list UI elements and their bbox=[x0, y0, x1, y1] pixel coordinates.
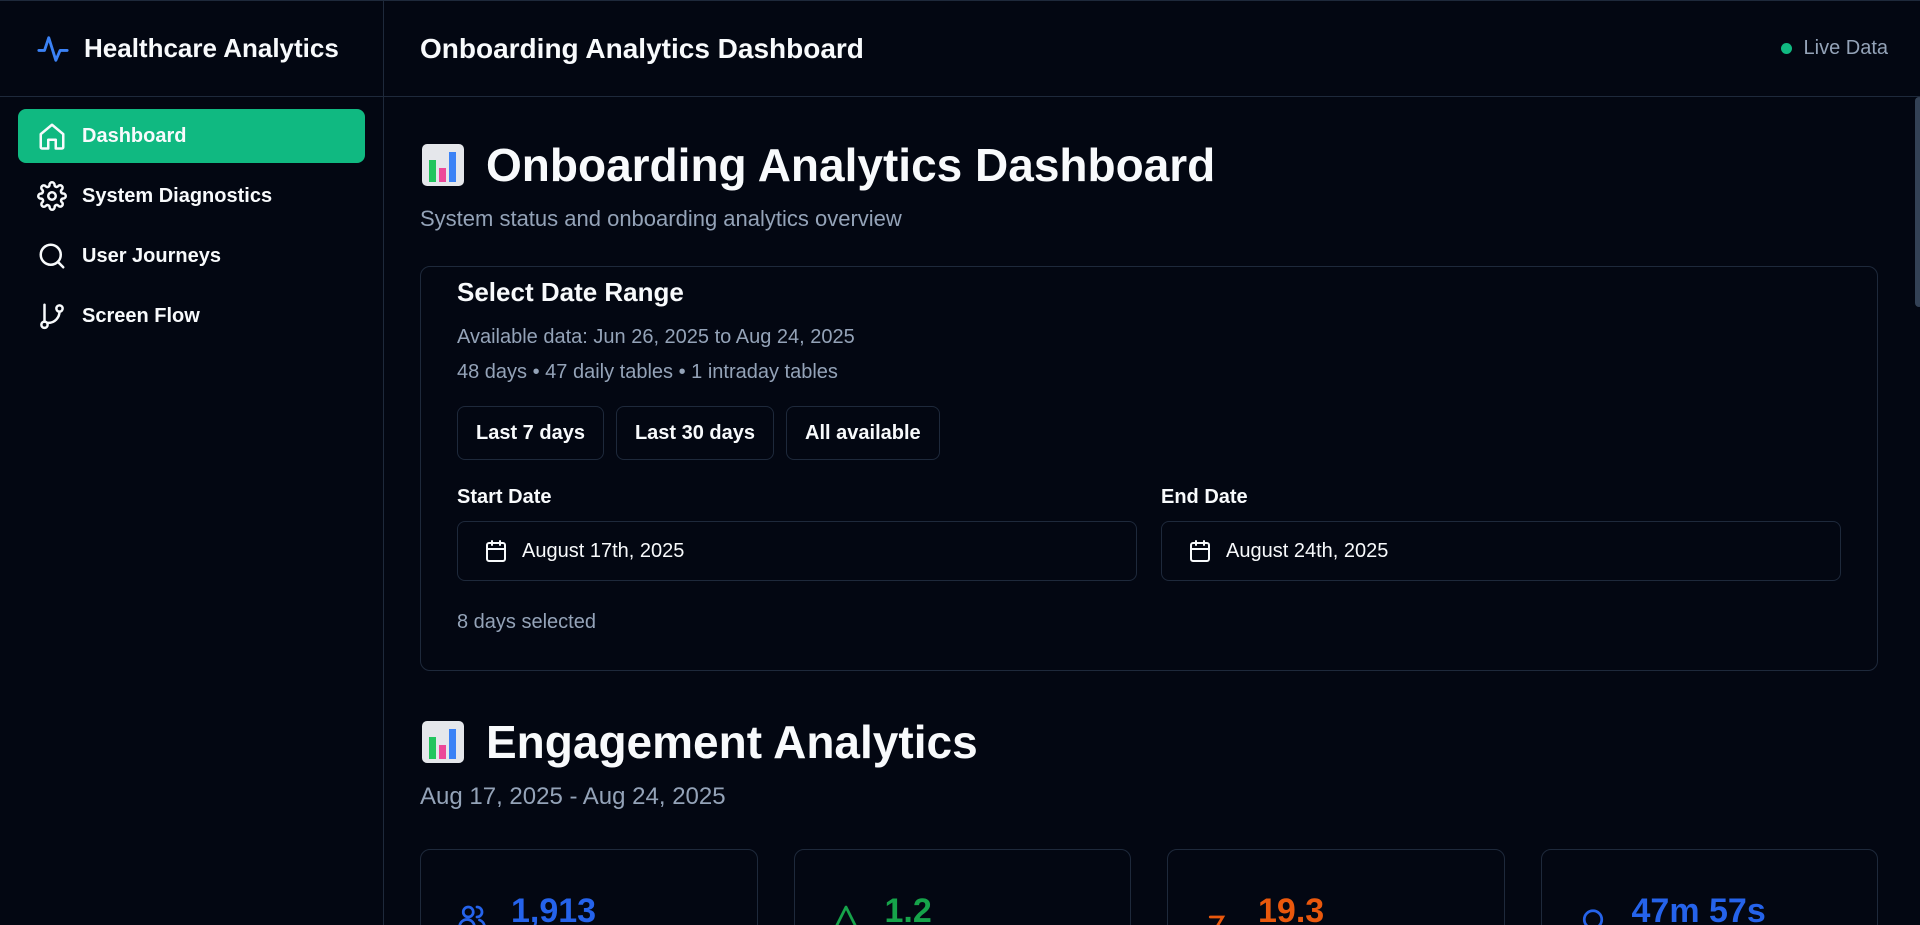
git-branch-icon bbox=[36, 300, 68, 332]
dashboard-heading-text: Onboarding Analytics Dashboard bbox=[486, 139, 1216, 191]
stat-card-duration: 47m 57s bbox=[1540, 849, 1878, 925]
end-date-group: End Date August 24th, 2025 bbox=[1161, 486, 1841, 581]
main-area: Onboarding Analytics Dashboard Live Data… bbox=[384, 1, 1920, 925]
timer-icon bbox=[1578, 902, 1608, 925]
start-date-group: Start Date August 17th, 2025 bbox=[457, 486, 1137, 581]
stat-value: 19.3 bbox=[1258, 892, 1325, 925]
app-root: Healthcare Analytics Dashboard System Di… bbox=[0, 0, 1920, 925]
stat-value: 1.2 bbox=[884, 892, 932, 925]
sidebar-item-label: Dashboard bbox=[82, 124, 187, 147]
bar-chart-emoji-icon bbox=[422, 721, 464, 763]
date-range-card: Select Date Range Available data: Jun 26… bbox=[420, 266, 1878, 671]
dashboard-subtitle: System status and onboarding analytics o… bbox=[420, 206, 902, 231]
users-icon bbox=[457, 902, 487, 925]
pulse-icon bbox=[36, 32, 70, 66]
sidebar-item-label: Screen Flow bbox=[82, 304, 200, 327]
sidebar-nav: Dashboard System Diagnostics User Journe… bbox=[0, 97, 383, 361]
page-title: Onboarding Analytics Dashboard bbox=[420, 32, 864, 64]
sidebar-item-label: User Journeys bbox=[82, 244, 221, 267]
last-7-days-button[interactable]: Last 7 days bbox=[457, 406, 604, 460]
brand[interactable]: Healthcare Analytics bbox=[0, 1, 383, 97]
live-status: Live Data bbox=[1780, 37, 1889, 60]
home-icon bbox=[36, 120, 68, 152]
engagement-section: Engagement Analytics Aug 17, 2025 - Aug … bbox=[420, 715, 1878, 925]
brand-title: Healthcare Analytics bbox=[84, 33, 339, 63]
date-pickers: Start Date August 17th, 2025 End Date Au… bbox=[457, 486, 1841, 581]
activity-icon bbox=[831, 902, 861, 925]
engagement-heading-text: Engagement Analytics bbox=[486, 716, 978, 768]
data-summary-text: 48 days • 47 daily tables • 1 intraday t… bbox=[457, 361, 838, 383]
calendar-icon bbox=[484, 539, 508, 563]
sidebar-item-screen-flow[interactable]: Screen Flow bbox=[18, 289, 365, 343]
start-date-picker[interactable]: August 17th, 2025 bbox=[457, 521, 1137, 581]
gear-icon bbox=[36, 180, 68, 212]
stat-value: 47m 57s bbox=[1631, 892, 1766, 925]
start-date-value: August 17th, 2025 bbox=[522, 539, 685, 562]
stat-value: 1,913 bbox=[511, 892, 597, 925]
stat-card-activity: 1.2 bbox=[793, 849, 1131, 925]
sidebar-item-label: System Diagnostics bbox=[82, 184, 273, 207]
engagement-date-range: Aug 17, 2025 - Aug 24, 2025 bbox=[420, 783, 726, 810]
status-dot-icon bbox=[1780, 43, 1792, 54]
sidebar-item-system-diagnostics[interactable]: System Diagnostics bbox=[18, 169, 365, 223]
last-30-days-button[interactable]: Last 30 days bbox=[615, 406, 775, 460]
search-icon bbox=[36, 240, 68, 272]
content: Onboarding Analytics Dashboard System st… bbox=[384, 97, 1920, 925]
end-date-picker[interactable]: August 24th, 2025 bbox=[1161, 521, 1841, 581]
clock-icon bbox=[1204, 902, 1234, 925]
days-selected-text: 8 days selected bbox=[457, 611, 596, 633]
sidebar-item-dashboard[interactable]: Dashboard bbox=[18, 109, 365, 163]
sidebar-item-user-journeys[interactable]: User Journeys bbox=[18, 229, 365, 283]
main-scrollbar[interactable] bbox=[1914, 97, 1920, 925]
all-available-button[interactable]: All available bbox=[786, 406, 940, 460]
bar-chart-emoji-icon bbox=[422, 144, 464, 186]
available-data-text: Available data: Jun 26, 2025 to Aug 24, … bbox=[457, 326, 855, 348]
topbar: Onboarding Analytics Dashboard Live Data bbox=[384, 1, 1920, 97]
calendar-icon bbox=[1188, 539, 1212, 563]
sidebar: Healthcare Analytics Dashboard System Di… bbox=[0, 1, 384, 925]
end-date-value: August 24th, 2025 bbox=[1226, 539, 1389, 562]
engagement-heading: Engagement Analytics bbox=[420, 715, 1878, 769]
live-status-label: Live Data bbox=[1803, 37, 1889, 59]
scrollbar-thumb[interactable] bbox=[1915, 97, 1920, 307]
stat-card-clock: 19.3 bbox=[1167, 849, 1505, 925]
end-date-label: End Date bbox=[1161, 486, 1248, 508]
stat-cards: 1,913 1.2 19.3 47m 57s bbox=[420, 849, 1878, 925]
dashboard-heading: Onboarding Analytics Dashboard bbox=[420, 138, 1878, 192]
start-date-label: Start Date bbox=[457, 486, 552, 508]
preset-buttons: Last 7 days Last 30 days All available bbox=[457, 406, 1841, 460]
date-range-title: Select Date Range bbox=[457, 277, 684, 307]
stat-card-users: 1,913 bbox=[420, 849, 758, 925]
